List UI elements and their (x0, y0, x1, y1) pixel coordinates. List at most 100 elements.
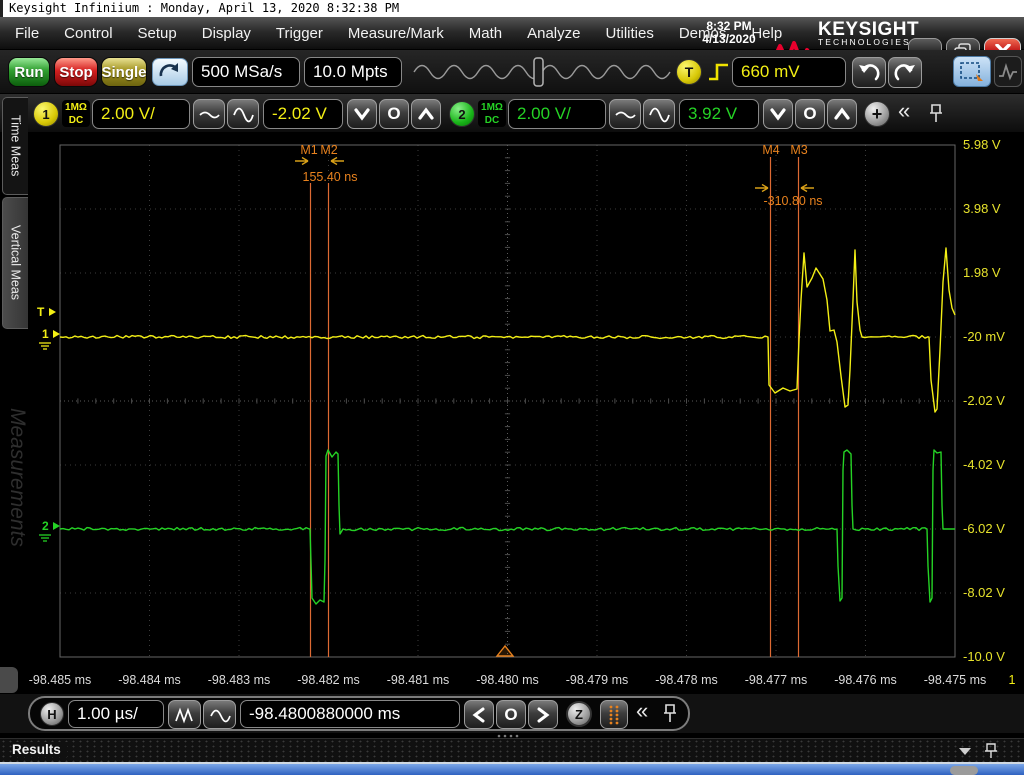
channel-1-scale-field[interactable]: 2.00 V/ (92, 99, 190, 129)
channel-2-position-indicator[interactable]: 2 (42, 519, 61, 533)
channel-2-button[interactable]: 2 (449, 101, 475, 127)
waveform-display[interactable]: M1 M2 155.40 ns M4 M3 -310.80 ns (30, 133, 1024, 666)
chevron-down-icon (769, 107, 787, 121)
memory-depth-field[interactable]: 10.0 Mpts (304, 57, 402, 87)
channel-1-offset-down-button[interactable] (347, 99, 377, 129)
bottom-left-tab (0, 667, 18, 693)
marker-delta-m1m2: 155.40 ns (303, 170, 358, 184)
channel-1-offset-field[interactable]: -2.02 V (263, 99, 343, 129)
pin-icon[interactable] (662, 702, 678, 726)
x-axis-labels: -98.485 ms-98.484 ms-98.483 ms-98.482 ms… (0, 666, 1024, 694)
menu-utilities[interactable]: Utilities (604, 17, 654, 50)
channel-1-offset-up-button[interactable] (411, 99, 441, 129)
menu-bar: File Control Setup Display Trigger Measure/Ma… (0, 17, 1024, 50)
menu-display[interactable]: Display (201, 17, 252, 50)
channel-2-coupling[interactable]: 1MΩDC (478, 100, 506, 127)
channel-2-scale-field[interactable]: 2.00 V/ (508, 99, 606, 129)
trigger-level-field[interactable]: 660 mV (732, 57, 846, 87)
run-button[interactable]: Run (8, 57, 50, 87)
marker-m1-label[interactable]: M1 (300, 143, 317, 157)
x-axis-label: -98.485 ms (29, 673, 92, 687)
horizontal-delay-slider[interactable] (412, 56, 672, 88)
position-zero-button[interactable]: O (496, 700, 526, 729)
oscilloscope-app: Keysight Infiniium : Monday, April 13, 2… (0, 0, 1024, 775)
menu-setup[interactable]: Setup (137, 17, 178, 50)
stop-button[interactable]: Stop (54, 57, 98, 87)
waveform-tool-button[interactable] (994, 56, 1022, 87)
marker-m3-label[interactable]: M3 (790, 143, 807, 157)
timebase-zoom-in-button[interactable] (168, 700, 201, 729)
slider-handle[interactable] (534, 58, 543, 86)
undo-icon (857, 62, 881, 84)
horizontal-position-field[interactable]: -98.4800880000 ms (240, 700, 460, 728)
clock-date: 4/13/2020 (690, 33, 768, 46)
marker-arrow-right-icon (295, 158, 308, 165)
single-button[interactable]: Single (101, 57, 147, 87)
large-wave-icon (232, 103, 254, 125)
chevron-up-icon (417, 107, 435, 121)
collapse-bar-button[interactable]: « (898, 98, 910, 124)
undo-button[interactable] (852, 57, 886, 88)
channel-1-scale-increase-button[interactable] (227, 99, 259, 129)
zoom-mode-button[interactable]: Z (566, 701, 592, 727)
menu-measure-mark[interactable]: Measure/Mark (347, 17, 445, 50)
x-axis-label: -98.480 ms (476, 673, 539, 687)
touch-button[interactable] (152, 58, 188, 86)
chevron-up-icon (833, 107, 851, 121)
tab-time-meas[interactable]: Time Meas (2, 97, 28, 195)
menu-trigger[interactable]: Trigger (275, 17, 324, 50)
menu-analyze[interactable]: Analyze (526, 17, 581, 50)
marker-arrow-right-icon (755, 185, 768, 192)
menu-file[interactable]: File (14, 17, 40, 50)
trigger-edge-icon[interactable] (707, 59, 731, 85)
menu-math[interactable]: Math (468, 17, 503, 50)
redo-button[interactable] (888, 57, 922, 88)
channel-1-coupling[interactable]: 1MΩDC (62, 100, 90, 127)
y-axis-label: -4.02 V (963, 457, 1021, 472)
trigger-level-indicator[interactable]: T (37, 305, 57, 319)
marker-m4-label[interactable]: M4 (762, 143, 779, 157)
channel-1-position-indicator[interactable]: 1 (42, 327, 61, 341)
brand-logo: KEYSIGHT TECHNOLOGIES (818, 21, 919, 47)
x-axis-label: -98.484 ms (118, 673, 181, 687)
position-left-button[interactable] (464, 700, 494, 729)
channel-1-scale-decrease-button[interactable] (193, 99, 225, 129)
collapse-horizontal-button[interactable]: « (636, 698, 648, 724)
arrow-right-icon (52, 521, 61, 531)
window-title-bar: Keysight Infiniium : Monday, April 13, 2… (0, 0, 1024, 17)
channel-bar: 1 1MΩDC 2.00 V/ -2.02 V O 2 1MΩDC 2.00 V… (0, 94, 1024, 133)
selection-box-icon (959, 61, 985, 83)
pin-icon[interactable] (928, 102, 944, 126)
brand-name: KEYSIGHT (818, 21, 919, 38)
channel-2-offset-down-button[interactable] (763, 99, 793, 129)
position-right-button[interactable] (528, 700, 558, 729)
y-axis-label: -10.0 V (963, 649, 1021, 664)
pin-icon[interactable] (984, 742, 998, 761)
channel-2-scale-increase-button[interactable] (643, 99, 675, 129)
x-axis-label: -98.475 ms (924, 673, 987, 687)
add-channel-button[interactable]: + (864, 101, 890, 127)
channel-1-offset-zero-button[interactable]: O (379, 99, 409, 129)
redo-icon (893, 62, 917, 84)
sample-rate-field[interactable]: 500 MSa/s (192, 57, 300, 87)
marker-m2-label[interactable]: M2 (320, 143, 337, 157)
channel-2-offset-zero-button[interactable]: O (795, 99, 825, 129)
channel-2-offset-up-button[interactable] (827, 99, 857, 129)
channel-2-ground-icon (38, 534, 52, 543)
tab-vertical-meas[interactable]: Vertical Meas (2, 197, 28, 329)
x-axis-label: -98.481 ms (387, 673, 450, 687)
caret-down-icon[interactable] (958, 747, 972, 756)
horizontal-menu-button[interactable]: H (40, 702, 64, 726)
zoom-select-button[interactable] (953, 56, 991, 87)
grid-intensity-button[interactable] (600, 700, 628, 729)
timebase-zoom-out-button[interactable] (203, 700, 236, 729)
results-panel[interactable]: Results (0, 738, 1024, 762)
trigger-time-marker-icon[interactable] (497, 646, 513, 656)
channel-2-offset-field[interactable]: 3.92 V (679, 99, 759, 129)
y-axis-label: -2.02 V (963, 393, 1021, 408)
menu-control[interactable]: Control (63, 17, 113, 50)
channel-2-scale-decrease-button[interactable] (609, 99, 641, 129)
trigger-source-button[interactable]: T (676, 59, 702, 85)
timebase-scale-field[interactable]: 1.00 µs/ (68, 700, 164, 728)
channel-1-button[interactable]: 1 (33, 101, 59, 127)
